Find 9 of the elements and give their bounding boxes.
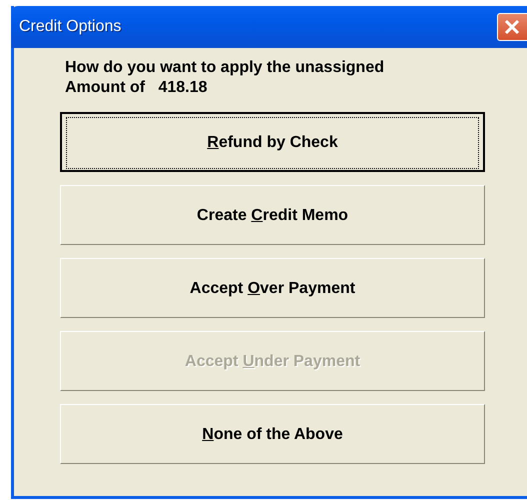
option-button[interactable]: Accept Over Payment: [60, 258, 485, 318]
option-button[interactable]: None of the Above: [60, 404, 485, 464]
option-button[interactable]: Create Credit Memo: [60, 185, 485, 245]
message-text: How do you want to apply the unassigned: [64, 58, 386, 78]
window-title: Credit Options: [18, 18, 122, 36]
close-icon: [504, 19, 520, 35]
close-button[interactable]: [497, 13, 527, 41]
message-text: Amount of 418.18: [64, 78, 208, 98]
option-button[interactable]: Refund by Check: [60, 112, 485, 172]
